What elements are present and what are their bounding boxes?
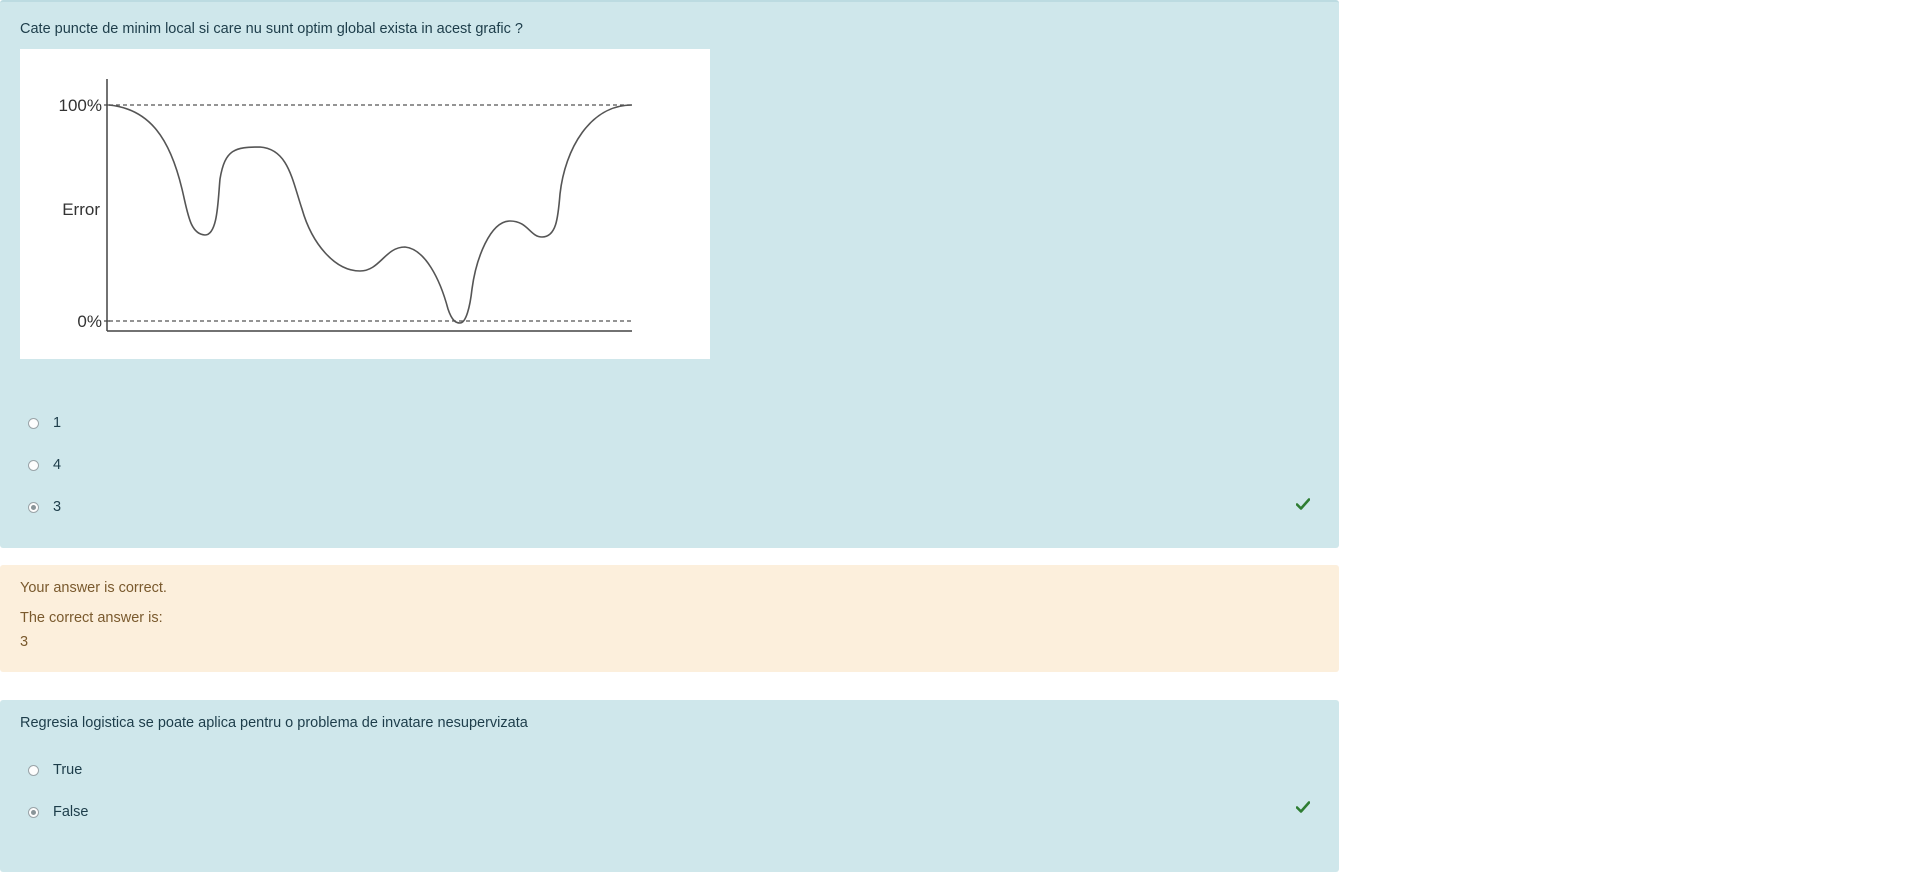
y-bottom-label: 0% — [77, 312, 102, 331]
y-mid-label: Error — [62, 200, 100, 219]
error-curve — [108, 104, 633, 324]
radio-button[interactable] — [28, 459, 39, 471]
correct-answer-value: 3 — [20, 634, 29, 650]
q1-option-1[interactable]: 1 — [28, 413, 61, 433]
q1-option-3[interactable]: 3 — [28, 497, 61, 517]
error-curve-figure: 100% Error 0% — [20, 49, 710, 359]
q2-option-true[interactable]: True — [28, 760, 82, 780]
question-1-panel: Cate puncte de minim local si care nu su… — [0, 0, 1339, 548]
question-1-text: Cate puncte de minim local si care nu su… — [20, 21, 523, 37]
correct-answer-label: The correct answer is: — [20, 610, 163, 626]
question-2-panel: Regresia logistica se poate aplica pentr… — [0, 700, 1339, 872]
option-label: False — [53, 804, 89, 820]
check-icon — [1296, 498, 1310, 510]
radio-button-selected[interactable] — [28, 501, 39, 513]
radio-button[interactable] — [28, 417, 39, 429]
feedback-result: Your answer is correct. — [20, 580, 167, 596]
option-label: True — [53, 762, 83, 778]
y-top-label: 100% — [59, 96, 102, 115]
feedback-panel: Your answer is correct. The correct answ… — [0, 565, 1339, 672]
check-icon — [1296, 801, 1310, 813]
radio-button[interactable] — [28, 764, 39, 776]
q1-option-4[interactable]: 4 — [28, 455, 61, 475]
q2-option-false[interactable]: False — [28, 802, 88, 822]
question-2-text: Regresia logistica se poate aplica pentr… — [20, 715, 528, 731]
option-label: 1 — [53, 415, 62, 431]
option-label: 3 — [53, 499, 62, 515]
radio-button-selected[interactable] — [28, 806, 39, 818]
option-label: 4 — [53, 457, 62, 473]
